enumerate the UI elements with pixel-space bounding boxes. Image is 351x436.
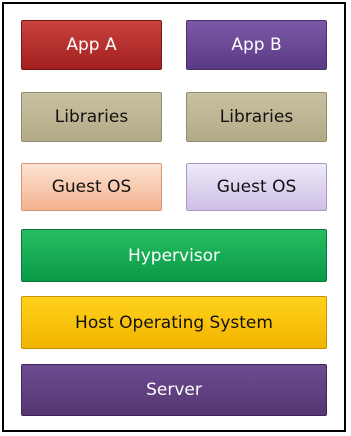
hypervisor-label: Hypervisor	[127, 245, 221, 266]
guest-os-a-label: Guest OS	[51, 177, 132, 197]
libraries-a-box: Libraries	[21, 92, 162, 142]
guest-os-b-box: Guest OS	[186, 163, 327, 211]
server-label: Server	[146, 380, 202, 400]
app-b-box: App B	[186, 20, 327, 70]
libraries-a-label: Libraries	[54, 107, 129, 127]
server-box: Server	[21, 364, 327, 416]
host-os-box: Host Operating System	[21, 296, 327, 349]
guest-os-b-label: Guest OS	[216, 177, 297, 197]
app-a-box: App A	[21, 20, 162, 70]
libraries-b-box: Libraries	[186, 92, 327, 142]
guest-os-a-box: Guest OS	[21, 163, 162, 211]
app-b-label: App B	[231, 35, 282, 55]
hypervisor-box: Hypervisor	[21, 229, 327, 282]
libraries-b-label: Libraries	[219, 107, 294, 127]
host-os-label: Host Operating System	[75, 312, 273, 333]
app-a-label: App A	[66, 35, 117, 55]
